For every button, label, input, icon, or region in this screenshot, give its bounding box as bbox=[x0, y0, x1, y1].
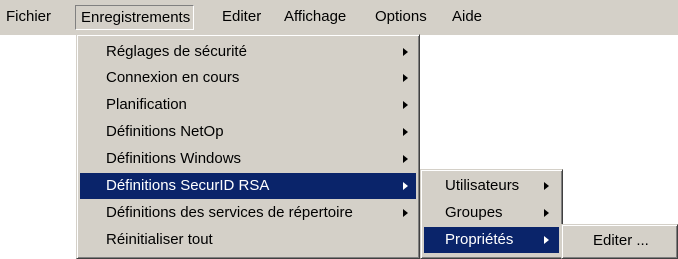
submenu-arrow-icon bbox=[403, 101, 408, 109]
menu-item-definitions-netop[interactable]: Définitions NetOp bbox=[80, 119, 416, 145]
menu-item-label: Editer ... bbox=[593, 232, 649, 249]
submenu-arrow-icon bbox=[544, 209, 549, 217]
menu-aide[interactable]: Aide bbox=[452, 5, 482, 29]
menu-item-editer[interactable]: Editer ... bbox=[565, 228, 674, 254]
submenu-arrow-icon bbox=[544, 236, 549, 244]
submenu-arrow-icon bbox=[544, 182, 549, 190]
menu-item-label: Connexion en cours bbox=[106, 69, 240, 86]
menu-bar: Fichier Enregistrements Editer Affichage… bbox=[0, 0, 678, 35]
menu-item-label: Groupes bbox=[445, 204, 503, 221]
menu-item-label: Planification bbox=[106, 96, 187, 113]
menu-item-utilisateurs[interactable]: Utilisateurs bbox=[424, 173, 559, 199]
proprietes-submenu: Editer ... bbox=[561, 224, 678, 259]
menu-options[interactable]: Options bbox=[375, 5, 427, 29]
menu-item-label: Définitions NetOp bbox=[106, 123, 224, 140]
menu-item-proprietes[interactable]: Propriétés bbox=[424, 227, 559, 253]
menu-item-definitions-windows[interactable]: Définitions Windows bbox=[80, 146, 416, 172]
enregistrements-menu: Réglages de sécurité Connexion en cours … bbox=[76, 34, 420, 259]
menu-item-reinitialiser-tout[interactable]: Réinitialiser tout bbox=[80, 227, 416, 253]
submenu-arrow-icon bbox=[403, 182, 408, 190]
submenu-arrow-icon bbox=[403, 74, 408, 82]
menu-item-label: Définitions SecurID RSA bbox=[106, 177, 270, 194]
menu-item-definitions-securid-rsa[interactable]: Définitions SecurID RSA bbox=[80, 173, 416, 199]
menu-item-reglages-securite[interactable]: Réglages de sécurité bbox=[80, 39, 416, 65]
menu-item-connexion-en-cours[interactable]: Connexion en cours bbox=[80, 65, 416, 91]
menu-item-label: Utilisateurs bbox=[445, 177, 520, 194]
menu-item-label: Réinitialiser tout bbox=[106, 231, 213, 248]
menu-enregistrements[interactable]: Enregistrements bbox=[75, 5, 195, 30]
menu-item-planification[interactable]: Planification bbox=[80, 92, 416, 118]
menu-fichier[interactable]: Fichier bbox=[6, 5, 51, 29]
menu-editer[interactable]: Editer bbox=[222, 5, 261, 29]
submenu-arrow-icon bbox=[403, 128, 408, 136]
menu-affichage[interactable]: Affichage bbox=[284, 5, 346, 29]
menu-item-label: Définitions Windows bbox=[106, 150, 242, 167]
menu-item-label: Définitions des services de répertoire bbox=[106, 204, 353, 221]
submenu-arrow-icon bbox=[403, 48, 408, 56]
menu-item-definitions-services-repertoire[interactable]: Définitions des services de répertoire bbox=[80, 200, 416, 226]
menu-item-label: Propriétés bbox=[445, 231, 514, 248]
menu-item-groupes[interactable]: Groupes bbox=[424, 200, 559, 226]
submenu-arrow-icon bbox=[403, 155, 408, 163]
menu-item-label: Réglages de sécurité bbox=[106, 43, 247, 60]
submenu-arrow-icon bbox=[403, 209, 408, 217]
securid-rsa-submenu: Utilisateurs Groupes Propriétés bbox=[420, 169, 563, 259]
